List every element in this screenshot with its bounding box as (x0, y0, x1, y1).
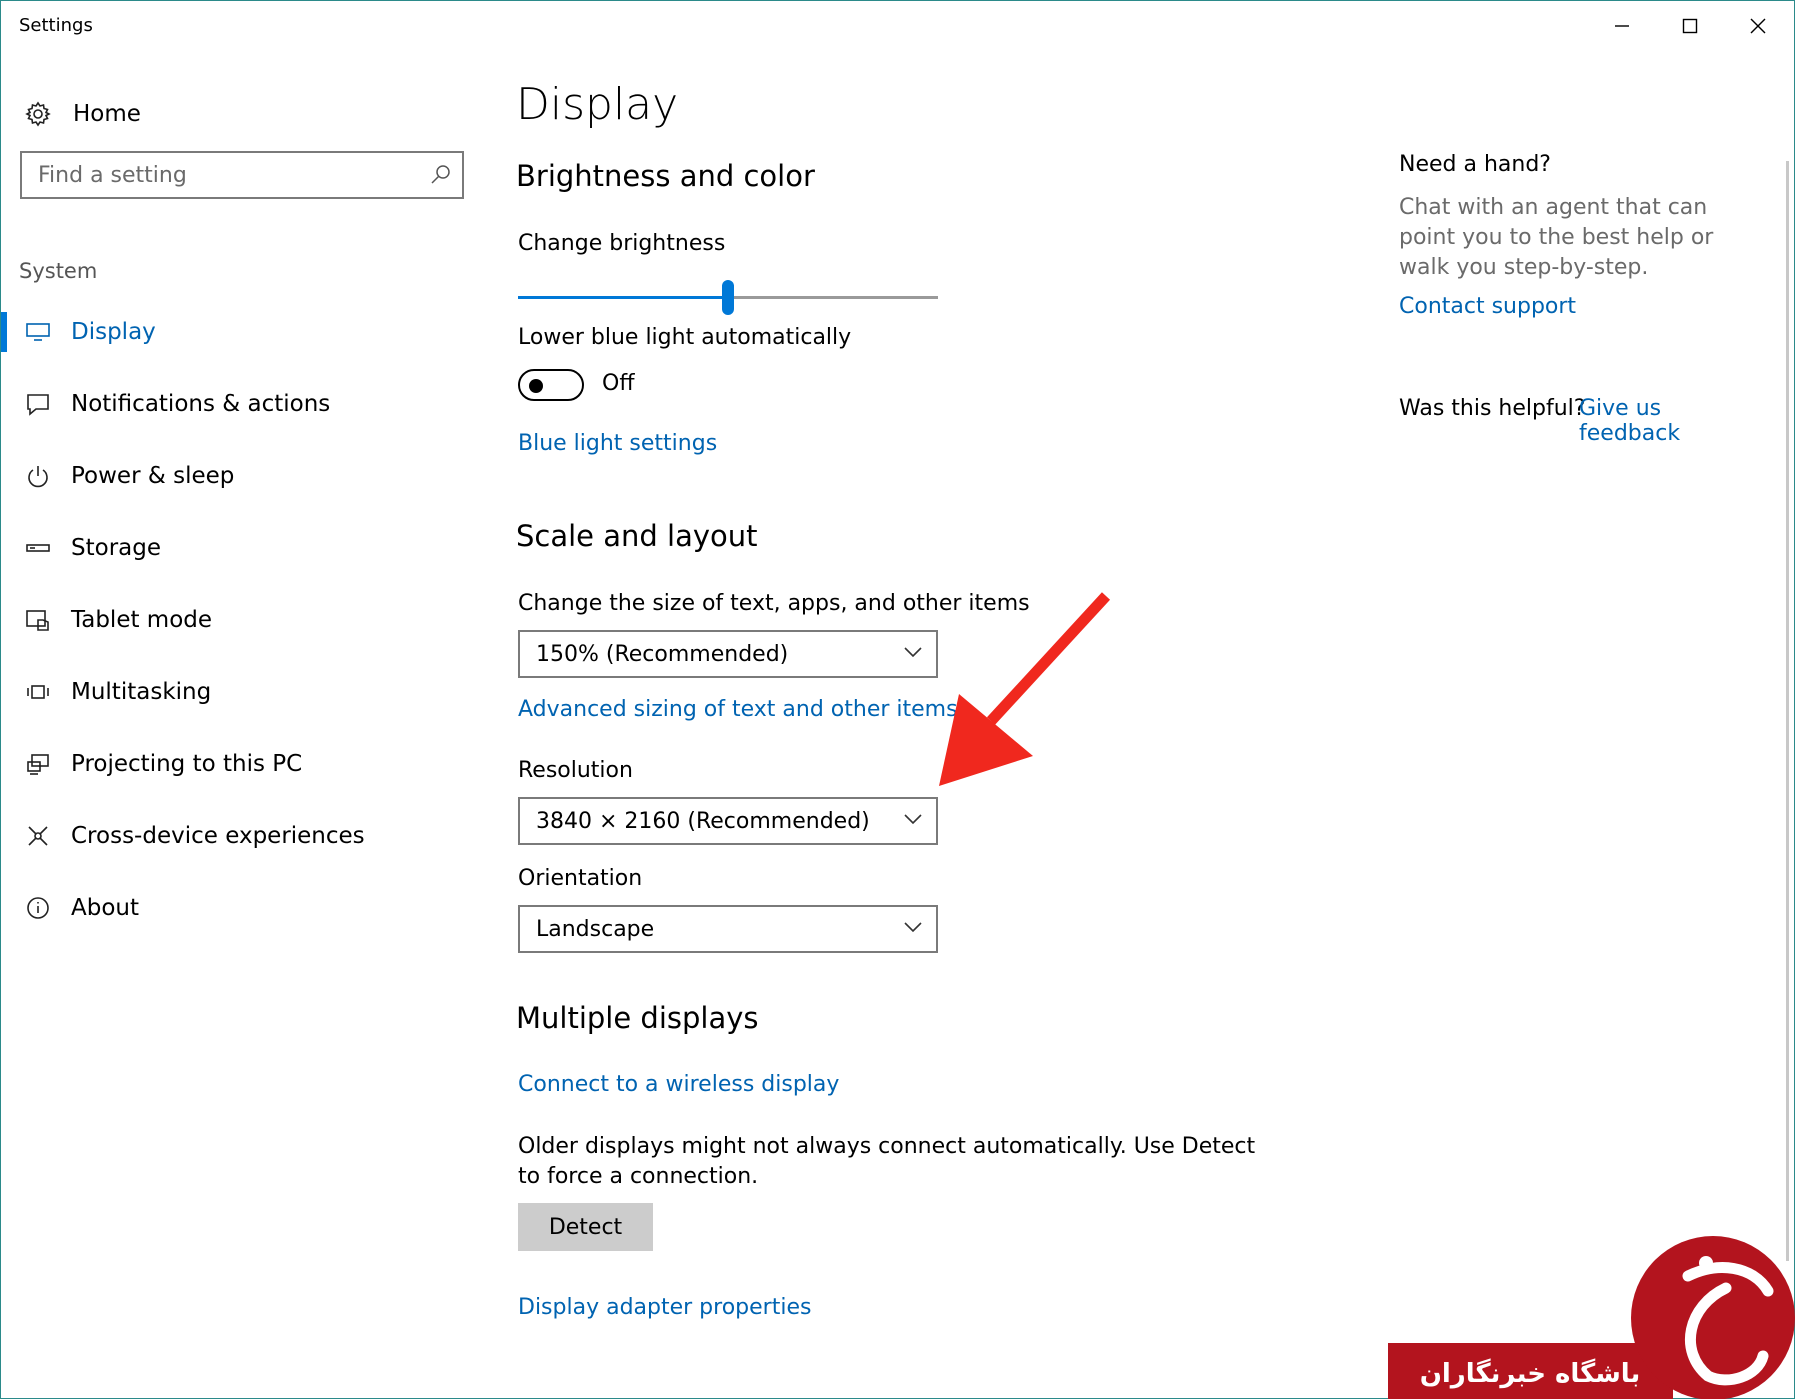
multitasking-icon (25, 679, 51, 705)
minimize-icon (1615, 25, 1629, 27)
scale-layout-heading: Scale and layout (516, 519, 758, 553)
gear-icon (25, 101, 51, 127)
slider-fill (518, 296, 728, 299)
blue-light-toggle[interactable] (518, 369, 584, 401)
monitor-icon (25, 319, 51, 345)
detect-description: Older displays might not always connect … (518, 1132, 1255, 1192)
page-title: Display (516, 79, 679, 130)
sidebar-item-storage[interactable]: Storage (1, 512, 481, 584)
sidebar-item-tablet-mode[interactable]: Tablet mode (1, 584, 481, 656)
brightness-heading: Brightness and color (516, 159, 815, 193)
toggle-knob (529, 379, 543, 393)
orientation-label: Orientation (518, 866, 643, 891)
sidebar-item-notifications[interactable]: Notifications & actions (1, 368, 481, 440)
advanced-sizing-link[interactable]: Advanced sizing of text and other items (518, 697, 958, 722)
help-description: Chat with an agent that can point you to… (1399, 195, 1714, 280)
chevron-down-icon (904, 814, 922, 825)
contact-support-link[interactable]: Contact support (1399, 294, 1576, 319)
cross-device-icon (25, 823, 51, 849)
sidebar-item-label: Display (71, 319, 156, 345)
feedback-question: Was this helpful? (1399, 396, 1586, 421)
search-input[interactable] (22, 153, 407, 197)
notification-icon (25, 391, 51, 417)
detect-button[interactable]: Detect (518, 1203, 653, 1251)
close-icon (1750, 18, 1766, 34)
brightness-slider[interactable] (518, 277, 938, 317)
nav-list: Display Notifications & actions Power & … (1, 296, 481, 944)
brightness-label: Change brightness (518, 231, 726, 256)
toggle-state-label: Off (602, 371, 635, 396)
chevron-down-icon (904, 922, 922, 933)
minimize-button[interactable] (1588, 1, 1656, 51)
maximize-button[interactable] (1656, 1, 1724, 51)
settings-window: Settings Home System (0, 0, 1795, 1399)
orientation-dropdown[interactable]: Landscape (518, 905, 938, 953)
projecting-icon (25, 751, 51, 777)
sidebar-item-about[interactable]: About (1, 872, 481, 944)
scale-value: 150% (Recommended) (536, 642, 789, 667)
multiple-displays-heading: Multiple displays (516, 1001, 759, 1035)
scale-dropdown[interactable]: 150% (Recommended) (518, 630, 938, 678)
search-icon[interactable] (430, 164, 452, 186)
resolution-value: 3840 × 2160 (Recommended) (536, 809, 870, 834)
sidebar-item-multitasking[interactable]: Multitasking (1, 656, 481, 728)
home-label: Home (73, 101, 141, 127)
help-heading: Need a hand? (1399, 152, 1551, 177)
resolution-label: Resolution (518, 758, 633, 783)
sidebar-item-label: Power & sleep (71, 463, 235, 489)
title-bar: Settings (1, 1, 1794, 51)
sidebar-item-power[interactable]: Power & sleep (1, 440, 481, 512)
sidebar-item-display[interactable]: Display (1, 296, 481, 368)
sidebar-item-label: Notifications & actions (71, 391, 331, 417)
give-feedback-link[interactable]: Give us feedback (1579, 396, 1769, 446)
resolution-dropdown[interactable]: 3840 × 2160 (Recommended) (518, 797, 938, 845)
blue-light-label: Lower blue light automatically (518, 325, 852, 350)
section-label-system: System (19, 259, 98, 283)
sidebar-item-label: Projecting to this PC (71, 751, 303, 777)
chevron-down-icon (904, 647, 922, 658)
sidebar-item-projecting[interactable]: Projecting to this PC (1, 728, 481, 800)
sidebar: Home System Display Notifications & acti… (1, 51, 481, 1399)
storage-icon (25, 535, 51, 561)
annotation-arrow (939, 592, 1111, 786)
maximize-icon (1682, 18, 1698, 34)
sidebar-item-cross-device[interactable]: Cross-device experiences (1, 800, 481, 872)
sidebar-item-label: Storage (71, 535, 161, 561)
detect-description-line2: to force a connection. (518, 1164, 759, 1189)
blue-light-settings-link[interactable]: Blue light settings (518, 431, 717, 456)
sidebar-item-label: Tablet mode (71, 607, 213, 633)
window-title: Settings (19, 15, 93, 36)
watermark-logo: باشگاه خبرنگاران (1388, 1236, 1795, 1399)
detect-description-line1: Older displays might not always connect … (518, 1134, 1256, 1159)
info-icon (25, 895, 51, 921)
home-nav-item[interactable]: Home (25, 89, 141, 139)
tablet-mode-icon (25, 607, 51, 633)
slider-thumb[interactable] (722, 280, 734, 315)
search-box (20, 151, 464, 199)
orientation-value: Landscape (536, 917, 655, 942)
scrollbar[interactable] (1786, 161, 1789, 1261)
power-icon (25, 463, 51, 489)
wireless-display-link[interactable]: Connect to a wireless display (518, 1072, 839, 1097)
watermark-text: باشگاه خبرنگاران (1420, 1358, 1641, 1389)
sidebar-item-label: About (71, 895, 140, 921)
display-adapter-link[interactable]: Display adapter properties (518, 1295, 811, 1320)
sidebar-item-label: Multitasking (71, 679, 212, 705)
close-button[interactable] (1724, 1, 1792, 51)
sidebar-item-label: Cross-device experiences (71, 823, 365, 849)
